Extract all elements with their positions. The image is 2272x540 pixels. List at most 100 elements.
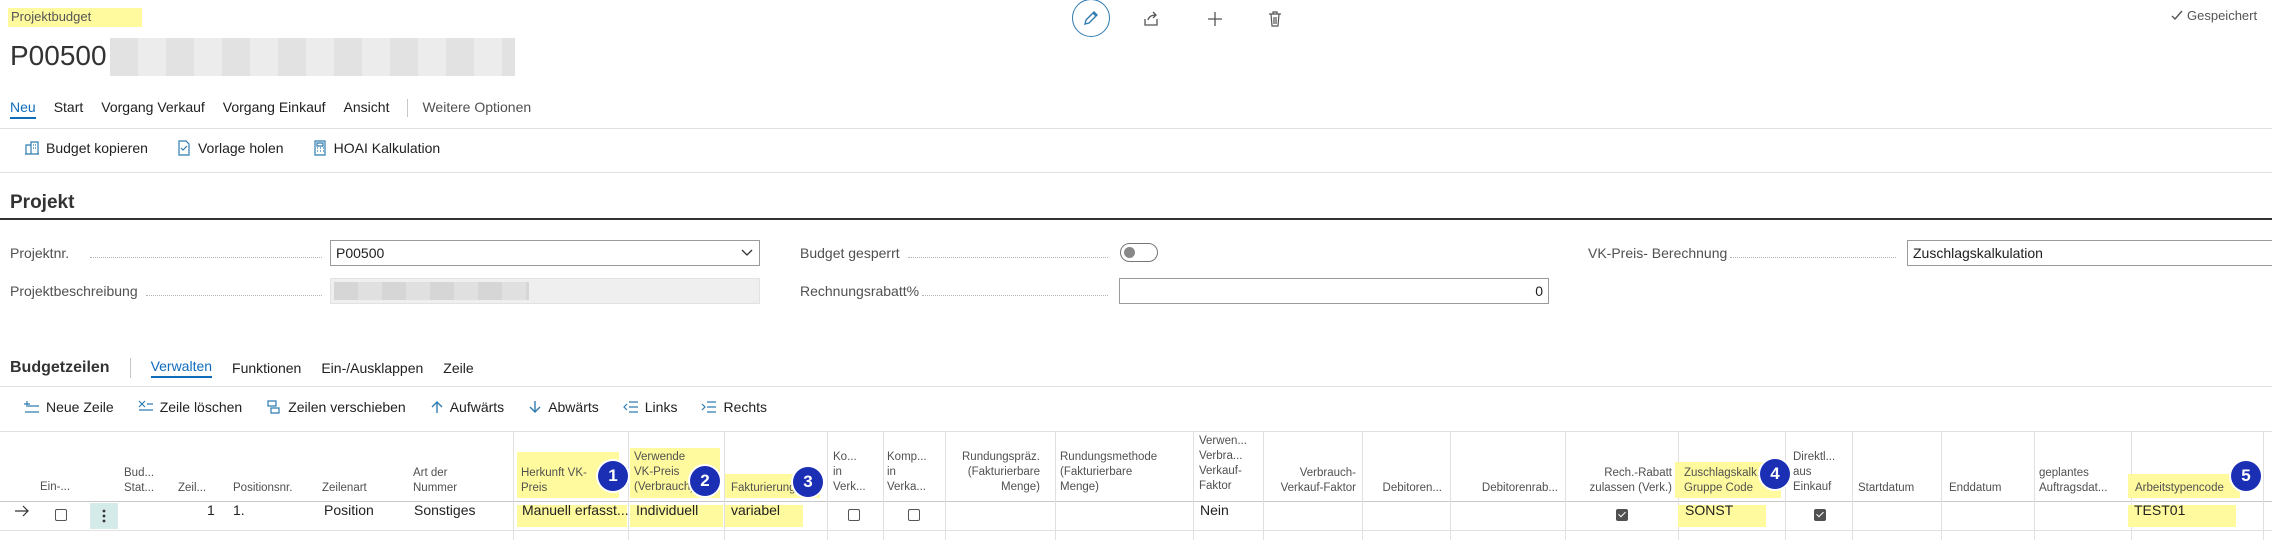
col-header-herkunft[interactable]: Herkunft VK- Preis [521,466,587,496]
arrow-down-icon [529,401,541,413]
aufwaerts-button[interactable]: Aufwärts [430,399,504,415]
cell-positionsnr[interactable]: 1. [233,502,245,518]
col-header-verbrauch-faktor[interactable]: Verbrauch- Verkauf-Faktor [1266,466,1356,496]
menu-vorgang-einkauf[interactable]: Vorgang Einkauf [223,99,326,119]
action-menu: Neu Start Vorgang Verkauf Vorgang Einkau… [10,99,549,119]
rechnungsrabatt-label: Rechnungsrabatt% [800,283,920,299]
hoai-kalkulation-button[interactable]: HOAI Kalkulation [312,140,440,156]
grid-column-divider [1362,432,1363,540]
cell-arbeitstyp[interactable]: TEST01 [2134,502,2185,518]
col-header-positionsnr[interactable]: Positionsnr. [233,481,292,496]
annotation-badge: 1 [598,461,628,491]
col-header-zuschlag-text: Zuschlagskalk... Gruppe Code [1684,467,1767,494]
col-header-zuschlag[interactable]: Zuschlagskalk... Gruppe Code [1684,466,1766,496]
col-header-geplantes[interactable]: geplantes Auftragsdat... [2039,466,2107,496]
links-button[interactable]: Links [622,399,677,415]
vorlage-holen-button[interactable]: Vorlage holen [176,140,284,156]
col-header-komp[interactable]: Komp... in Verka... [887,450,927,495]
col-header-zeilenart[interactable]: Zeilenart [322,481,367,496]
menu-ansicht[interactable]: Ansicht [344,99,390,119]
ko-checkbox[interactable] [848,509,860,521]
chevron-down-icon [741,249,753,256]
col-header-artder[interactable]: Art der Nummer [413,466,457,496]
grid-column-divider [628,432,629,540]
col-header-verbrauch-faktor-text: Verbrauch- Verkauf-Faktor [1280,467,1356,494]
col-header-startdatum[interactable]: Startdatum [1858,481,1914,496]
budget-kopieren-button[interactable]: Budget kopieren [24,140,148,156]
col-header-debitoren1[interactable]: Debitoren... [1366,481,1442,496]
annotation-badge: 4 [1760,459,1790,489]
projektnr-dots [90,256,322,258]
projekt-section-title[interactable]: Projekt [10,192,74,214]
col-header-rech-rabatt[interactable]: Rech.-Rabatt zulassen (Verk.) [1566,466,1672,496]
more-vertical-icon [102,509,106,523]
rechnungsrabatt-field[interactable]: 0 [1119,278,1549,304]
page-caption-text: Projektbudget [11,9,92,24]
projektnr-field[interactable]: P00500 [330,240,760,266]
cell-zuschlag[interactable]: SONST [1685,502,1733,518]
col-header-verwende[interactable]: Verwende VK-Preis (Verbrauch) [634,450,694,495]
menu-vorgang-verkauf[interactable]: Vorgang Verkauf [101,99,205,119]
menu-weitere-optionen[interactable]: Weitere Optionen [422,99,531,119]
col-header-rundungspraez-text: Rundungspräz. (Fakturierbare Menge) [962,451,1040,493]
tab-funktionen[interactable]: Funktionen [232,360,301,376]
tab-ein-ausklappen[interactable]: Ein-/Ausklappen [321,360,423,376]
row-actions-menu[interactable] [90,503,118,529]
tab-verwalten[interactable]: Verwalten [150,358,213,378]
budgetzeilen-title: Budgetzeilen [10,359,110,376]
projektbeschreibung-field[interactable] [330,278,760,304]
edit-button[interactable] [1072,0,1110,37]
calculator-icon [314,140,326,156]
col-header-verwen-faktor[interactable]: Verwen... Verbra... Verkauf- Faktor [1199,434,1247,494]
direkt-checkbox[interactable] [1814,509,1826,521]
col-header-rundungsmethode[interactable]: Rundungsmethode (Fakturierbare Menge) [1060,450,1157,495]
vk-preis-value: Zuschlagskalkulation [1913,245,2043,261]
col-header-ko-text: Ko... in Verk... [833,451,866,493]
col-header-bud[interactable]: Bud... Stat... [124,466,154,496]
row-select-checkbox[interactable] [55,509,67,521]
vorlage-holen-label: Vorlage holen [197,140,284,156]
zeile-loeschen-button[interactable]: Zeile löschen [138,399,242,415]
col-header-arbeitstyp[interactable]: Arbeitstypencode [2135,481,2224,496]
col-header-direkt[interactable]: Direktl... aus Einkauf [1793,450,1835,495]
rech-rabatt-checkbox[interactable] [1616,509,1628,521]
neue-zeile-label: Neue Zeile [46,399,114,415]
budgetzeilen-menu: Budgetzeilen Verwalten Funktionen Ein-/A… [10,358,494,378]
col-header-ein[interactable]: Ein-... [40,480,70,495]
col-header-fakturierung[interactable]: Fakturierung [731,481,796,496]
cell-verwende[interactable]: Individuell [636,502,698,518]
grid-column-divider [1055,432,1056,540]
delete-button[interactable] [1258,4,1292,34]
cell-zeilenart[interactable]: Position [324,502,374,518]
neue-zeile-button[interactable]: Neue Zeile [24,399,114,415]
cell-herkunft[interactable]: Manuell erfasst... [522,502,629,518]
col-header-ko[interactable]: Ko... in Verk... [833,450,866,495]
col-header-rundungspraez[interactable]: Rundungspräz. (Fakturierbare Menge) [948,450,1040,495]
abwaerts-button[interactable]: Abwärts [528,399,599,415]
col-header-debitoren2[interactable]: Debitorenrab... [1453,481,1558,496]
budget-gesperrt-toggle[interactable] [1120,243,1158,262]
share-button[interactable] [1134,4,1168,34]
zeilen-verschieben-button[interactable]: Zeilen verschieben [266,399,406,415]
menu-neu[interactable]: Neu [10,99,36,119]
komp-checkbox[interactable] [908,509,920,521]
edit-icon [1084,11,1098,25]
cell-zeil[interactable]: 1 [207,502,215,518]
grid-column-divider [1193,432,1194,540]
tab-zeile[interactable]: Zeile [443,360,473,376]
col-header-zeil[interactable]: Zeil... [178,481,206,496]
cell-fakturierung[interactable]: variabel [731,502,780,518]
rechts-button[interactable]: Rechts [701,399,767,415]
menu-start[interactable]: Start [54,99,84,119]
cell-artder[interactable]: Sonstiges [414,502,475,518]
col-header-enddatum[interactable]: Enddatum [1949,481,2001,496]
vk-preis-field[interactable]: Zuschlagskalkulation [1907,240,2272,266]
rechts-label: Rechts [723,399,768,415]
cell-verwen-faktor[interactable]: Nein [1200,502,1229,518]
toggle-knob [1124,247,1135,258]
rechnungsrabatt-dots [922,294,1108,296]
new-button[interactable] [1198,4,1232,34]
document-icon [178,140,190,156]
row-selector-arrow[interactable] [14,505,30,520]
budgetzeilen-divider-line [0,386,2272,387]
